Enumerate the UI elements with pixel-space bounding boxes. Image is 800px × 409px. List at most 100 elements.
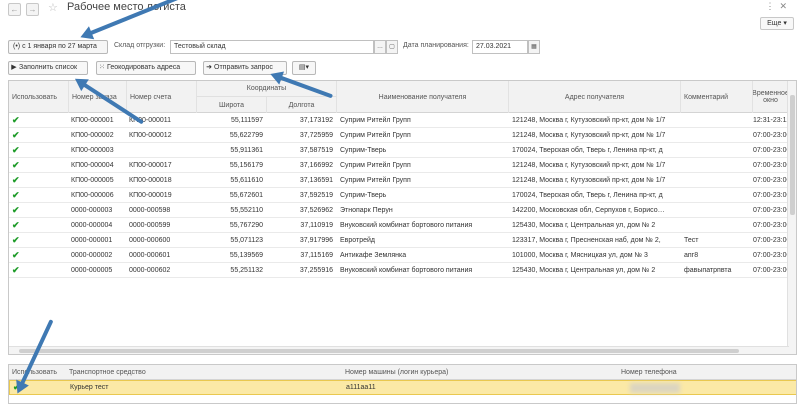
invoice-number-cell: 0000-000600 — [129, 237, 171, 244]
play-icon: ▶ — [11, 64, 17, 71]
table-row[interactable]: ✔ 0000-000002 0000-000601 55,139569 37,11516… — [9, 248, 796, 263]
order-number-cell: КП00-000001 — [71, 117, 114, 124]
longitude-cell: 37,526962 — [299, 207, 333, 214]
table-row[interactable]: ✔ КП00-000004 КП00-000017 55,156179 37,16699… — [9, 158, 796, 173]
invoice-number-cell: 0000-000599 — [129, 222, 171, 229]
comment-cell — [684, 113, 752, 128]
order-number-cell: 0000-000004 — [71, 222, 113, 229]
longitude-cell: 37,592519 — [299, 192, 333, 199]
comment-cell: апг8 — [684, 252, 699, 259]
col-car-number[interactable]: Номер машины (логин курьера) — [345, 365, 448, 380]
invoice-number-cell: КП00-000019 — [129, 192, 172, 199]
send-icon: ➜ — [206, 64, 212, 71]
table-row[interactable]: ✔ КП00-000002 КП00-000012 55,622799 37,72595… — [9, 128, 796, 143]
orders-table: Использовать Номер заказа Номер счета Ко… — [8, 80, 797, 355]
window-controls[interactable]: ⋮✕ — [765, 1, 792, 12]
col-use[interactable]: Использовать — [9, 81, 69, 113]
time-window-cell: 07:00-23:00 — [753, 147, 789, 154]
recipient-cell: Антикафе Землянка — [340, 252, 407, 259]
check-icon[interactable]: ✔ — [12, 113, 32, 128]
settings-menu-button[interactable]: ▤▾ — [292, 61, 316, 75]
col-lat[interactable]: Широта — [197, 97, 267, 113]
check-icon[interactable]: ✔ — [12, 203, 32, 218]
invoice-number-cell — [129, 143, 195, 158]
col-window[interactable]: Временное окно — [753, 81, 789, 113]
table-row[interactable]: ✔ КП00-000006 КП00-000019 55,672601 37,59251… — [9, 188, 796, 203]
col-invoice[interactable]: Номер счета — [127, 81, 197, 113]
col-recipient[interactable]: Наименование получателя — [337, 81, 509, 113]
vertical-scrollbar[interactable] — [787, 81, 796, 354]
check-icon[interactable]: ✔ — [12, 248, 32, 263]
fill-list-button[interactable]: ▶ Заполнить список — [8, 61, 88, 75]
table-row[interactable]: ✔ КП00-000003 55,911361 37,587519 Суприм-Тве… — [9, 143, 796, 158]
col-phone[interactable]: Номер телефона — [621, 365, 677, 380]
address-cell: 121248, Москва г, Кутузовский пр-кт, дом… — [512, 177, 666, 184]
close-icon[interactable]: ✕ — [779, 1, 792, 11]
favorite-star-icon[interactable]: ☆ — [48, 1, 58, 14]
table-row[interactable]: ✔ 0000-000001 0000-000600 55,071123 37,91799… — [9, 233, 796, 248]
scroll-thumb[interactable] — [790, 95, 795, 215]
scroll-thumb[interactable] — [19, 349, 739, 353]
time-window-cell: 07:00-23:00 — [753, 132, 789, 139]
link-icon[interactable]: ⋮ — [765, 1, 779, 11]
warehouse-input[interactable]: Тестовый склад — [170, 40, 374, 54]
comment-cell — [684, 158, 752, 173]
latitude-cell: 55,071123 — [230, 237, 263, 244]
check-icon[interactable]: ✔ — [12, 218, 32, 233]
col-comment[interactable]: Комментарий — [681, 81, 753, 113]
order-number-cell: 0000-000003 — [71, 207, 113, 214]
table-row[interactable]: ✔ 0000-000003 0000-000598 55,552110 37,52696… — [9, 203, 796, 218]
table-row[interactable]: ✔ КП00-000005 КП00-000018 55,611610 37,13659… — [9, 173, 796, 188]
latitude-cell: 55,611610 — [230, 177, 263, 184]
comment-cell: фавыпатрпвта — [684, 267, 732, 274]
latitude-cell: 55,552110 — [230, 207, 263, 214]
table-row[interactable]: ✔ 0000-000004 0000-000599 55,767290 37,11091… — [9, 218, 796, 233]
col-courier-use[interactable]: Использовать — [12, 365, 57, 380]
address-cell: 142200, Московская обл, Серпухов г, Бори… — [512, 207, 665, 214]
invoice-number-cell: КП00-000012 — [129, 132, 172, 139]
longitude-cell: 37,136591 — [299, 177, 333, 184]
check-icon[interactable]: ✔ — [12, 143, 32, 158]
orders-table-header: Использовать Номер заказа Номер счета Ко… — [9, 81, 796, 113]
horizontal-scrollbar[interactable] — [9, 346, 789, 354]
comment-cell: Тест — [684, 237, 699, 244]
latitude-cell: 55,672601 — [229, 192, 263, 199]
date-input[interactable]: 27.03.2021 — [472, 40, 528, 54]
check-icon[interactable]: ✔ — [12, 158, 32, 173]
forward-icon[interactable]: → — [26, 3, 39, 16]
check-icon[interactable]: ✔ — [12, 173, 32, 188]
period-icon: (•) — [13, 43, 21, 50]
table-row[interactable]: ✔ 0000-000005 0000-000602 55,251132 37,25591… — [9, 263, 796, 278]
latitude-cell: 55,111597 — [230, 117, 263, 124]
vehicle-cell: Курьер тест — [70, 384, 109, 391]
col-vehicle[interactable]: Транспортное средство — [69, 365, 146, 380]
address-cell: 121248, Москва г, Кутузовский пр-кт, дом… — [512, 117, 666, 124]
latitude-cell: 55,911361 — [230, 147, 263, 154]
col-address[interactable]: Адрес получателя — [509, 81, 681, 113]
open-icon[interactable]: ▢ — [386, 40, 398, 54]
dropdown-icon[interactable]: … — [374, 40, 386, 54]
time-window-cell: 07:00-23:00 — [753, 222, 789, 229]
recipient-cell: Суприм Ритейл Групп — [340, 162, 411, 169]
comment-cell — [684, 143, 752, 158]
longitude-cell: 37,587519 — [299, 147, 333, 154]
time-window-cell: 07:00-23:00 — [753, 207, 789, 214]
comment-cell — [684, 188, 752, 203]
courier-row[interactable]: ✔ Курьер тест а111аа11 — [9, 380, 796, 395]
back-icon[interactable]: ← — [8, 3, 21, 16]
time-window-cell: 07:00-23:00 — [753, 162, 789, 169]
col-lon[interactable]: Долгота — [267, 97, 337, 113]
map-pin-icon: ⁙ — [99, 64, 105, 71]
longitude-cell: 37,917996 — [299, 237, 333, 244]
more-button[interactable]: Еще ▾ — [760, 17, 794, 30]
check-icon[interactable]: ✔ — [12, 233, 32, 248]
recipient-cell: Суприм Ритейл Групп — [340, 117, 411, 124]
calendar-icon[interactable]: ▦ — [528, 40, 540, 54]
check-icon[interactable]: ✔ — [12, 263, 32, 278]
check-icon[interactable]: ✔ — [12, 128, 32, 143]
check-icon[interactable]: ✔ — [12, 188, 32, 203]
order-number-cell: КП00-000002 — [71, 132, 114, 139]
settings-icon: ▤▾ — [298, 64, 310, 71]
geocode-button[interactable]: ⁙ Геокодировать адреса — [96, 61, 196, 75]
period-button[interactable]: (•) с 1 января по 27 марта — [8, 40, 108, 54]
